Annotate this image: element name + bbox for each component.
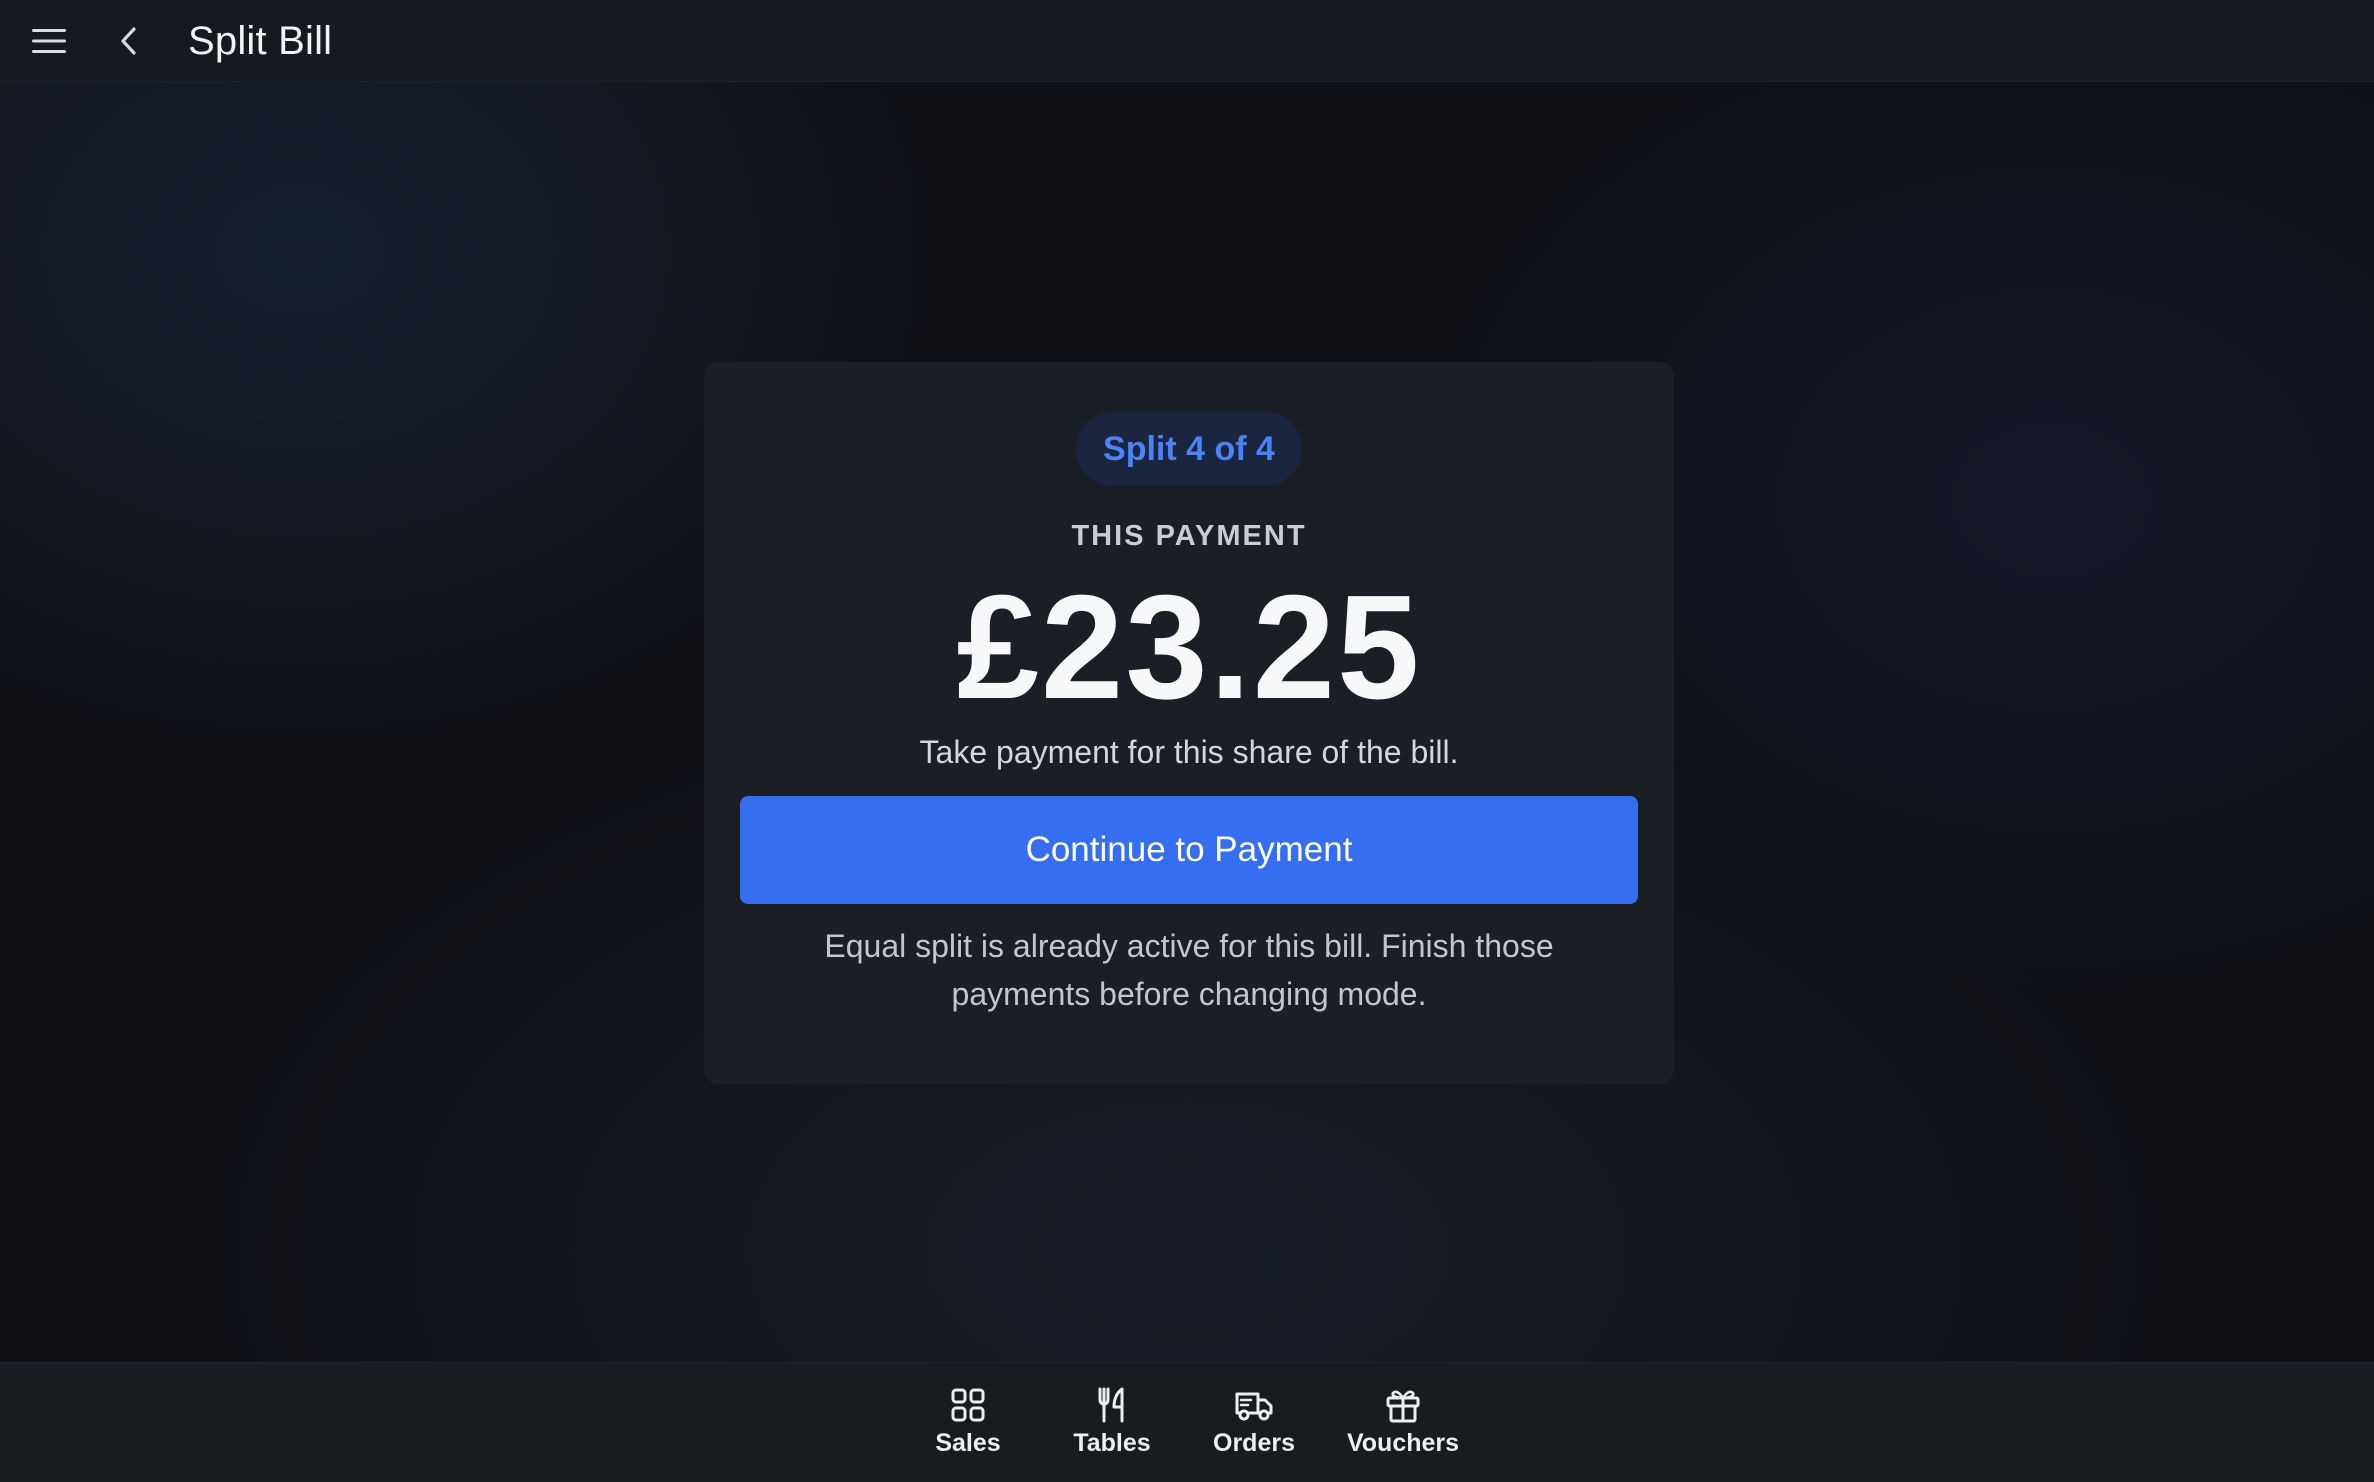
delivery-truck-icon (1235, 1392, 1273, 1421)
bottom-navigation: Sales Tables Orders Vouchers (0, 1362, 2374, 1482)
split-mode-notice: Equal split is already active for this b… (824, 928, 1554, 1012)
fork-knife-icon (1098, 1387, 1124, 1423)
hamburger-menu-icon (32, 29, 66, 53)
nav-item-orders[interactable]: Orders (1202, 1385, 1306, 1465)
chevron-left-icon (121, 27, 136, 55)
nav-item-label: Vouchers (1346, 1429, 1460, 1457)
continue-to-payment-button[interactable]: Continue to Payment (740, 796, 1638, 904)
back-button[interactable] (106, 18, 152, 64)
nav-item-label: Orders (1213, 1429, 1295, 1457)
top-app-bar: Split Bill (0, 0, 2374, 82)
nav-item-vouchers[interactable]: Vouchers (1342, 1385, 1464, 1465)
payment-instruction: Take payment for this share of the bill. (919, 734, 1459, 770)
nav-item-sales[interactable]: Sales (918, 1385, 1018, 1465)
nav-item-label: Tables (1073, 1429, 1151, 1457)
gift-icon (1386, 1390, 1420, 1423)
page-title: Split Bill (188, 19, 333, 63)
nav-item-tables[interactable]: Tables (1060, 1385, 1164, 1465)
split-progress-badge: Split 4 of 4 (1076, 412, 1302, 486)
grid-icon (951, 1388, 985, 1422)
payment-label: THIS PAYMENT (1071, 520, 1307, 552)
menu-button[interactable] (24, 18, 74, 64)
nav-item-label: Sales (935, 1429, 1001, 1457)
split-payment-card: Split 4 of 4 THIS PAYMENT £23.25 Take pa… (704, 362, 1674, 1084)
payment-amount: £23.25 (956, 565, 1422, 730)
